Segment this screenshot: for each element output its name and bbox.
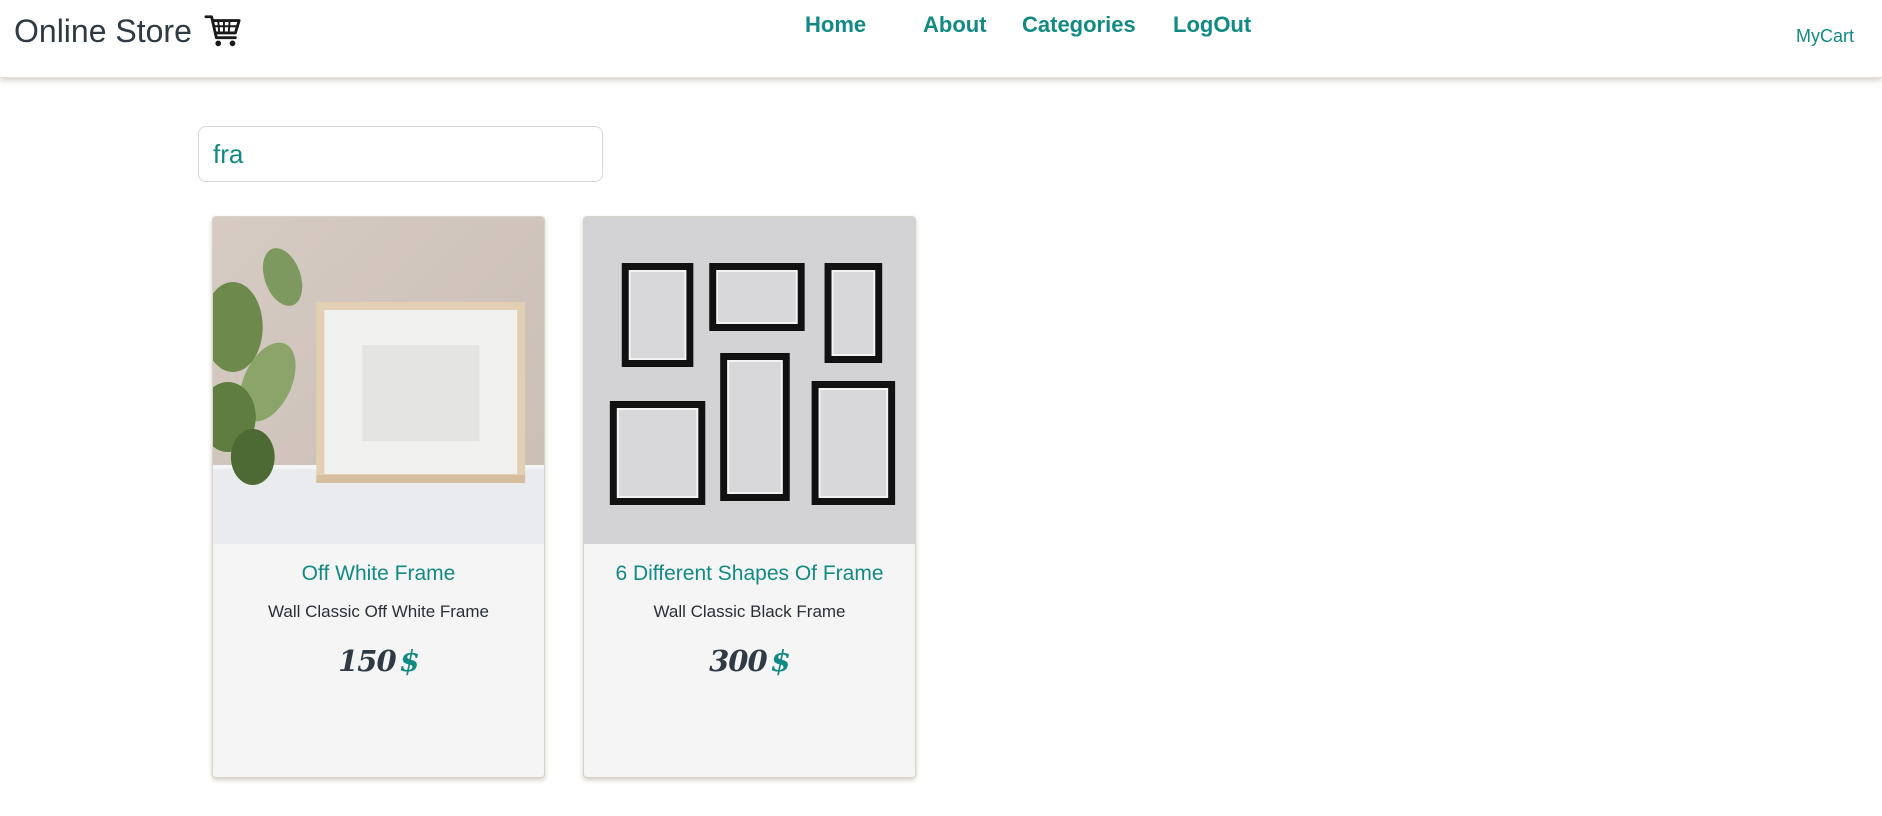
product-price: 300 $: [584, 644, 915, 678]
brand-name: Online Store: [14, 12, 192, 49]
nav-about-link[interactable]: About: [923, 12, 987, 38]
product-card[interactable]: Off White Frame Wall Classic Off White F…: [212, 216, 545, 778]
navbar: Online Store Home About Categories LogOu…: [0, 0, 1882, 78]
product-description: Wall Classic Black Frame: [653, 602, 846, 621]
product-price: 150 $: [213, 644, 544, 678]
my-cart-link[interactable]: MyCart: [1796, 26, 1854, 47]
price-value: 300: [709, 644, 768, 678]
nav-home-link[interactable]: Home: [805, 12, 866, 38]
price-value: 150: [338, 644, 397, 678]
brand[interactable]: Online Store: [14, 12, 242, 50]
product-description: Wall Classic Off White Frame: [267, 602, 490, 621]
nav-logout-link[interactable]: LogOut: [1173, 12, 1251, 38]
currency-symbol: $: [770, 644, 791, 678]
shopping-cart-icon: [204, 15, 241, 47]
search-input[interactable]: [198, 126, 603, 182]
product-title[interactable]: Off White Frame: [213, 562, 544, 586]
product-image: [213, 217, 544, 544]
product-card[interactable]: 6 Different Shapes Of Frame Wall Classic…: [583, 216, 916, 778]
nav-categories-link[interactable]: Categories: [1022, 12, 1136, 38]
product-title[interactable]: 6 Different Shapes Of Frame: [584, 562, 915, 586]
product-image: [584, 217, 915, 544]
currency-symbol: $: [399, 644, 420, 678]
